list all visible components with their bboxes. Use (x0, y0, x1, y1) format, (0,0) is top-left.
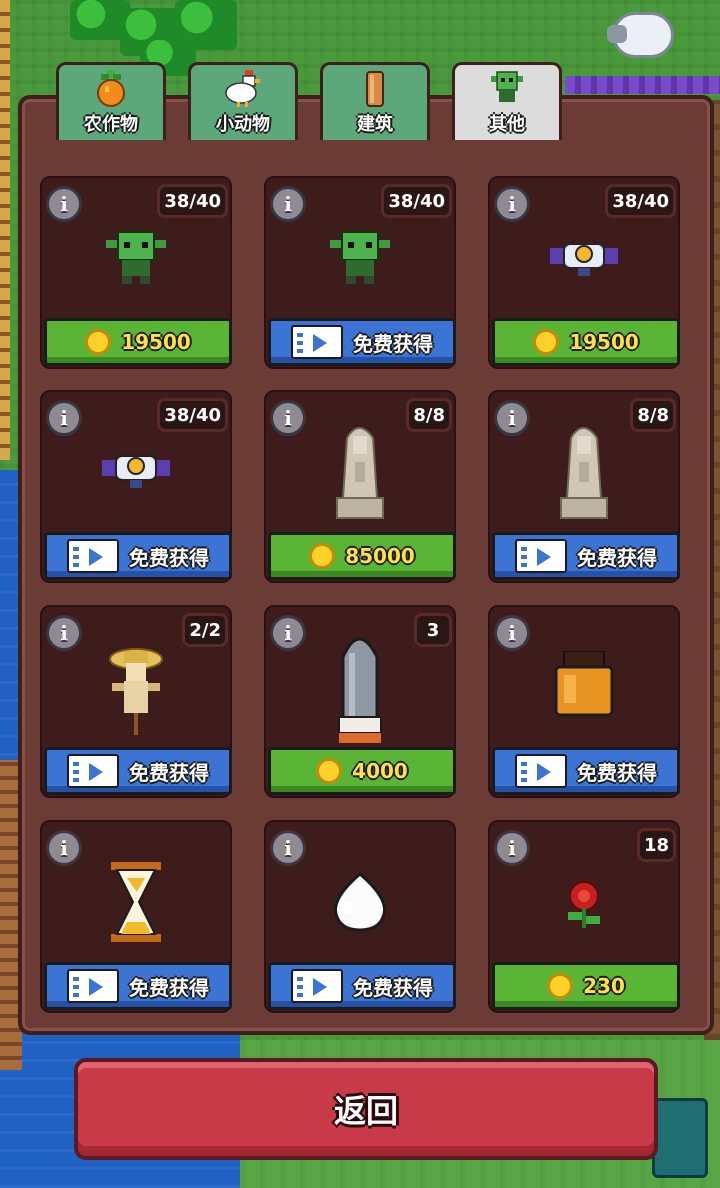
video-ad-icon (515, 539, 567, 573)
buy-with-coins-button[interactable]: 85000 (268, 532, 456, 580)
coin-icon (85, 329, 112, 355)
tab-buildings[interactable]: 建筑 (320, 62, 430, 140)
back-button[interactable]: 返回 (74, 1058, 658, 1160)
price-label: 230 (583, 974, 625, 998)
free-label: 免费获得 (129, 760, 209, 785)
buy-with-coins-button[interactable]: 19500 (44, 318, 232, 366)
robot-statue-sprite (652, 1098, 708, 1178)
stock-count-badge: 18 (636, 828, 676, 862)
shop-item-card[interactable]: i 免费获得 (40, 820, 232, 1013)
drone-icon (102, 455, 170, 488)
shop-item-card[interactable]: i 2/2 免费获得 (40, 605, 232, 798)
crop-icon (97, 70, 125, 107)
shop-item-card[interactable]: i 8/8 85000 (264, 390, 456, 583)
coin-icon (547, 973, 574, 999)
price-label: 85000 (345, 544, 415, 568)
shop-item-card[interactable]: i 38/40 19500 (488, 176, 680, 369)
goblin-icon (491, 71, 523, 102)
shop-item-card[interactable]: i 38/40 19500 (40, 176, 232, 369)
free-label: 免费获得 (577, 545, 657, 570)
watch-ad-button[interactable]: 免费获得 (492, 532, 680, 580)
info-icon[interactable]: i (46, 830, 82, 866)
tab-animals[interactable]: 小动物 (188, 62, 298, 140)
fence (0, 0, 10, 460)
shop-item-card[interactable]: i 免费获得 (264, 820, 456, 1013)
category-tabs: 农作物 小动物 建筑 其他 (56, 62, 576, 142)
free-label: 免费获得 (129, 545, 209, 570)
watch-ad-button[interactable]: 免费获得 (44, 532, 232, 580)
tab-crops[interactable]: 农作物 (56, 62, 166, 140)
info-icon[interactable]: i (494, 400, 530, 436)
stock-count-badge: 2/2 (182, 613, 228, 647)
flower-bed (565, 76, 720, 94)
video-ad-icon (515, 754, 567, 788)
tab-others[interactable]: 其他 (452, 62, 562, 140)
shop-item-card[interactable]: i 免费获得 (488, 605, 680, 798)
rose-icon (568, 881, 600, 928)
buy-with-coins-button[interactable]: 4000 (268, 747, 456, 795)
praying-statue-icon (560, 427, 608, 519)
tab-label: 其他 (489, 114, 525, 135)
shop-item-card[interactable]: i 8/8 免费获得 (488, 390, 680, 583)
info-icon[interactable]: i (494, 615, 530, 651)
stock-count-badge: 38/40 (605, 184, 676, 218)
free-label: 免费获得 (129, 975, 209, 1000)
drone-icon (550, 243, 618, 276)
video-ad-icon (67, 969, 119, 1003)
info-icon[interactable]: i (270, 830, 306, 866)
building-icon (366, 71, 384, 107)
stock-count-badge: 8/8 (406, 398, 452, 432)
watch-ad-button[interactable]: 免费获得 (268, 318, 456, 366)
tab-label: 小动物 (216, 114, 270, 135)
video-ad-icon (291, 325, 343, 359)
watch-ad-button[interactable]: 免费获得 (44, 747, 232, 795)
price-label: 4000 (352, 759, 408, 783)
coin-icon (309, 543, 336, 569)
scarecrow-icon (109, 648, 163, 735)
info-icon[interactable]: i (46, 400, 82, 436)
goblin-icon (106, 231, 166, 284)
coin-icon (533, 329, 560, 355)
info-icon[interactable]: i (46, 615, 82, 651)
watch-ad-button[interactable]: 免费获得 (44, 962, 232, 1010)
stock-count-badge: 3 (414, 613, 452, 647)
tab-label: 建筑 (357, 114, 393, 135)
sheep-sprite (607, 12, 674, 58)
tab-label: 农作物 (84, 114, 138, 135)
info-icon[interactable]: i (494, 186, 530, 222)
video-ad-icon (67, 754, 119, 788)
info-icon[interactable]: i (270, 186, 306, 222)
video-ad-icon (67, 539, 119, 573)
info-icon[interactable]: i (270, 400, 306, 436)
shop-item-card[interactable]: i 38/40 免费获得 (40, 390, 232, 583)
stock-count-badge: 38/40 (157, 184, 228, 218)
shop-item-card[interactable]: i 18 230 (488, 820, 680, 1013)
free-label: 免费获得 (353, 975, 433, 1000)
egg-icon (334, 872, 386, 932)
grain-sack-icon (554, 651, 614, 717)
info-icon[interactable]: i (46, 186, 82, 222)
video-ad-icon (291, 969, 343, 1003)
info-icon[interactable]: i (494, 830, 530, 866)
watch-ad-button[interactable]: 免费获得 (268, 962, 456, 1010)
coin-icon (316, 758, 343, 784)
watch-ad-button[interactable]: 免费获得 (492, 747, 680, 795)
capsule-icon (338, 637, 382, 743)
free-label: 免费获得 (577, 760, 657, 785)
shop-item-card[interactable]: i 38/40 免费获得 (264, 176, 456, 369)
hourglass-icon (111, 862, 161, 942)
buy-with-coins-button[interactable]: 19500 (492, 318, 680, 366)
stock-count-badge: 38/40 (157, 398, 228, 432)
praying-statue-icon (336, 427, 384, 519)
free-label: 免费获得 (353, 331, 433, 356)
shop-item-card[interactable]: i 3 4000 (264, 605, 456, 798)
buy-with-coins-button[interactable]: 230 (492, 962, 680, 1010)
price-label: 19500 (121, 330, 191, 354)
stock-count-badge: 38/40 (381, 184, 452, 218)
chicken-icon (225, 70, 260, 107)
info-icon[interactable]: i (270, 615, 306, 651)
goblin-icon (330, 231, 390, 284)
stock-count-badge: 8/8 (630, 398, 676, 432)
price-label: 19500 (569, 330, 639, 354)
